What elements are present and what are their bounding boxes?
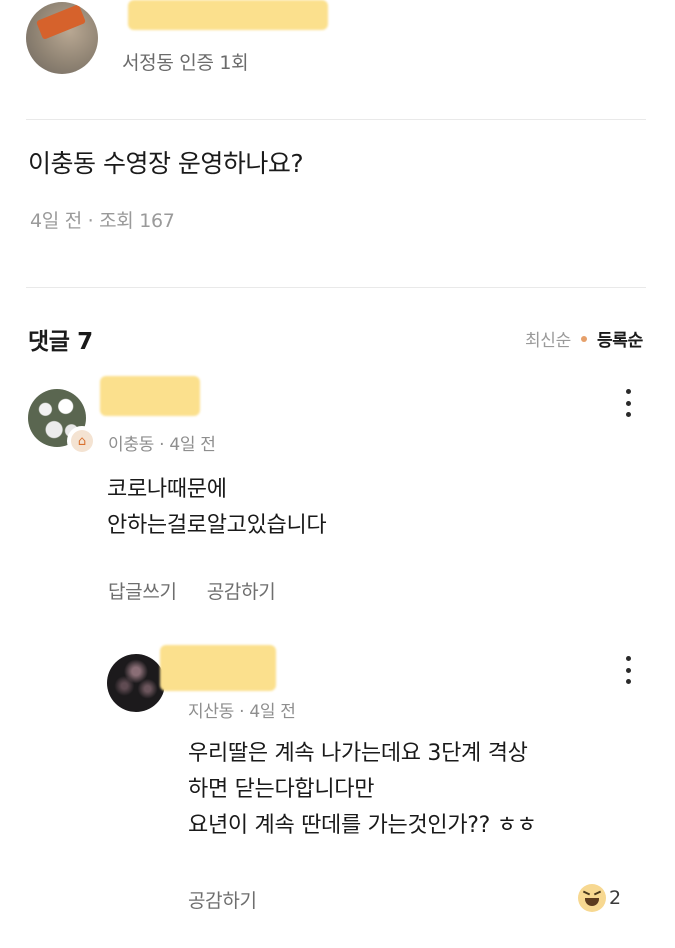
post-title: 이충동 수영장 운영하나요?: [28, 149, 304, 178]
like-button[interactable]: 공감하기: [207, 577, 276, 604]
comment-meta: 이충동 · 4일 전: [108, 435, 216, 455]
comment-author-name-redaction: [100, 376, 200, 416]
comments-title: 댓글 7: [28, 329, 93, 355]
reply-author-name-redaction: [160, 645, 276, 691]
reaction-summary[interactable]: 2: [578, 884, 621, 912]
divider: [26, 119, 646, 120]
reply-line: 우리딸은 계속 나가는데요 3단계 격상: [188, 741, 528, 766]
home-badge-icon: ⌂: [67, 426, 97, 456]
sort-options: 최신순 등록순: [525, 326, 643, 351]
selected-dot-icon: [580, 335, 587, 342]
post-meta: 4일 전 · 조회 167: [30, 210, 175, 232]
reaction-count: 2: [609, 887, 622, 909]
comment-body: 코로나때문에 안하는걸로알고있습니다: [107, 472, 327, 544]
reply-meta: 지산동 · 4일 전: [188, 702, 296, 722]
sort-latest-button[interactable]: 최신순: [525, 326, 571, 351]
divider: [26, 287, 646, 288]
like-button[interactable]: 공감하기: [188, 886, 257, 913]
post-author-location: 서정동 인증 1회: [122, 52, 249, 74]
sort-registered-button[interactable]: 등록순: [597, 326, 643, 351]
comment-line: 코로나때문에: [107, 477, 227, 502]
more-options-icon[interactable]: [618, 653, 638, 687]
avatar-object: [35, 4, 87, 40]
post-author-name-redaction: [128, 0, 328, 30]
comment-actions: 답글쓰기 공감하기: [108, 577, 276, 604]
post-author-avatar[interactable]: [26, 2, 98, 74]
laughing-emoji-icon: [578, 884, 606, 912]
reply-body: 우리딸은 계속 나가는데요 3단계 격상 하면 닫는다합니다만 요년이 계속 딴…: [188, 736, 537, 844]
comment-line: 안하는걸로알고있습니다: [107, 513, 327, 538]
reply-line: 요년이 계속 딴데를 가는것인가?? ㅎㅎ: [188, 813, 537, 838]
reply-author-avatar[interactable]: [107, 654, 165, 712]
more-options-icon[interactable]: [618, 386, 638, 420]
reply-button[interactable]: 답글쓰기: [108, 577, 177, 604]
reply-line: 하면 닫는다합니다만: [188, 777, 375, 802]
